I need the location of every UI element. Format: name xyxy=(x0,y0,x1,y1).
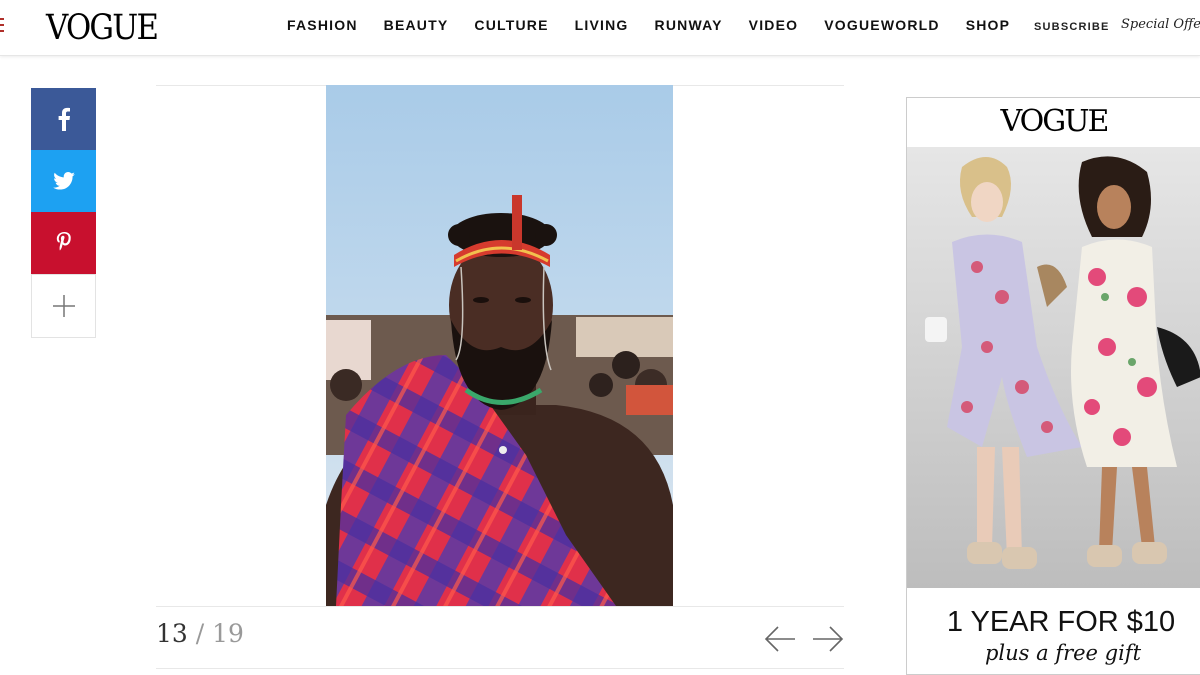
pinterest-icon xyxy=(56,232,71,251)
nav-item-fashion[interactable]: FASHION xyxy=(287,17,358,35)
gallery-counter: 13 / 19 xyxy=(156,619,244,648)
site-header: VOGUE FASHION BEAUTY CULTURE LIVING RUNW… xyxy=(0,0,1200,56)
more-share-button[interactable] xyxy=(31,274,96,338)
nav-item-living[interactable]: LIVING xyxy=(575,17,629,35)
pinterest-share-button[interactable] xyxy=(31,212,96,274)
main-nav: FASHION BEAUTY CULTURE LIVING RUNWAY VID… xyxy=(287,17,1036,35)
previous-slide-button[interactable] xyxy=(764,624,796,654)
twitter-icon xyxy=(52,172,75,190)
share-rail xyxy=(31,88,96,338)
divider xyxy=(156,668,844,669)
arrow-left-icon xyxy=(764,626,795,652)
nav-item-culture[interactable]: CULTURE xyxy=(474,17,548,35)
slide-separator: / xyxy=(195,619,205,648)
facebook-share-button[interactable] xyxy=(31,88,96,150)
arrow-right-icon xyxy=(813,626,844,652)
special-offer-link[interactable]: Special Offer xyxy=(1121,17,1200,32)
twitter-share-button[interactable] xyxy=(31,150,96,212)
divider xyxy=(156,606,844,607)
menu-icon[interactable] xyxy=(0,18,4,34)
nav-item-beauty[interactable]: BEAUTY xyxy=(384,17,449,35)
next-slide-button[interactable] xyxy=(812,624,844,654)
nav-item-vogueworld[interactable]: VOGUEWORLD xyxy=(824,17,939,35)
facebook-icon xyxy=(58,107,70,131)
ad-photo xyxy=(907,147,1200,588)
site-logo[interactable]: VOGUE xyxy=(46,8,159,48)
gallery-photo[interactable] xyxy=(326,85,673,606)
subscribe-link[interactable]: SUBSCRIBE xyxy=(1034,21,1110,33)
ad-headline: 1 YEAR FOR $10 xyxy=(946,606,1176,638)
nav-item-runway[interactable]: RUNWAY xyxy=(655,17,723,35)
plus-icon xyxy=(52,295,75,317)
slide-current: 13 xyxy=(156,619,188,648)
nav-item-shop[interactable]: SHOP xyxy=(966,17,1010,35)
ad-subline: plus a free gift xyxy=(984,641,1142,665)
nav-item-video[interactable]: VIDEO xyxy=(749,17,799,35)
subscription-ad[interactable]: VOGUE 1 YEAR FOR $10 plus a free gift xyxy=(906,97,1200,675)
slide-total: 19 xyxy=(212,619,244,648)
ad-logo: VOGUE xyxy=(1000,104,1110,139)
